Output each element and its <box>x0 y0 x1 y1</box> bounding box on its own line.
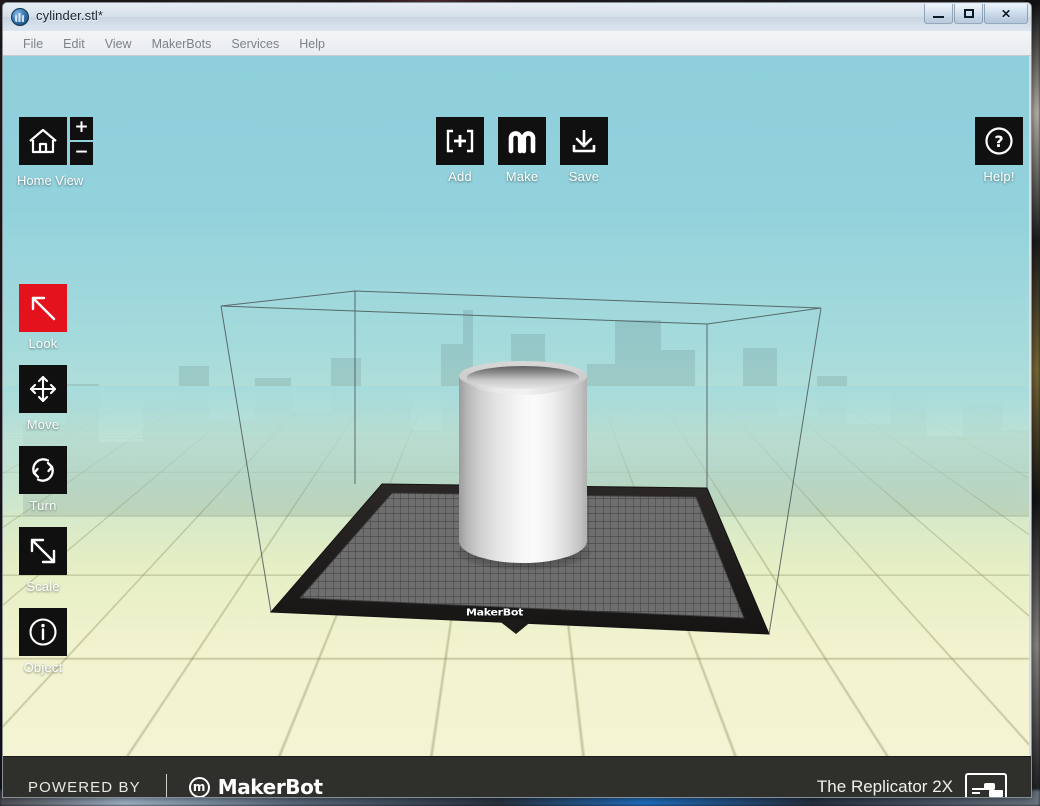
close-button[interactable]: ✕ <box>984 4 1028 24</box>
arrow-up-left-icon <box>31 296 56 321</box>
zoom-out-button[interactable]: − <box>70 142 93 165</box>
connected-printer-label: The Replicator 2X <box>816 777 953 796</box>
rotate-circle-icon <box>32 458 54 482</box>
save-icon-box <box>560 117 608 165</box>
question-circle-icon: ? <box>985 127 1013 155</box>
look-label: Look <box>28 336 58 351</box>
cylinder-outer-wall <box>459 375 587 563</box>
save-download-icon <box>572 130 596 153</box>
maximize-button[interactable] <box>954 4 983 24</box>
footer-divider <box>165 774 167 797</box>
move-label: Move <box>26 417 60 432</box>
home-view-label: Home View <box>17 173 84 188</box>
zoom-in-button[interactable]: + <box>70 117 93 140</box>
look-icon-box <box>19 284 67 332</box>
object-label: Object <box>23 660 63 675</box>
info-circle-icon <box>29 618 57 646</box>
window-title: cylinder.stl* <box>36 8 104 23</box>
save-button[interactable]: Save <box>560 117 608 184</box>
menu-item-makerbots[interactable]: MakerBots <box>142 35 222 53</box>
home-view-button[interactable] <box>19 117 67 165</box>
menu-item-help[interactable]: Help <box>289 35 335 53</box>
make-button[interactable]: Make <box>498 117 546 184</box>
turn-icon-box <box>19 446 67 494</box>
tool-look[interactable]: Look <box>19 284 67 351</box>
home-icon <box>29 128 57 154</box>
title-bar[interactable]: cylinder.stl* ✕ <box>3 3 1031 32</box>
scale-label: Scale <box>26 579 60 594</box>
help-label: Help! <box>983 169 1015 184</box>
window-controls: ✕ <box>924 4 1028 24</box>
svg-text:?: ? <box>994 132 1003 151</box>
add-icon-box <box>436 117 484 165</box>
turn-label: Turn <box>29 498 57 513</box>
help-icon-box: ? <box>975 117 1023 165</box>
menu-bar: File Edit View MakerBots Services Help <box>3 32 1031 56</box>
zoom-controls: + − <box>70 117 93 165</box>
move-icon-box <box>19 365 67 413</box>
home-icon-box <box>19 117 67 165</box>
menu-item-services[interactable]: Services <box>221 35 289 53</box>
printer-status-icon[interactable] <box>965 773 1007 797</box>
minimize-button[interactable] <box>924 4 953 24</box>
tool-scale[interactable]: Scale <box>19 527 67 594</box>
close-icon: ✕ <box>1000 6 1012 21</box>
cylinder-bore <box>467 366 579 389</box>
object-icon-box <box>19 608 67 656</box>
minimize-icon <box>933 16 944 18</box>
scale-icon-box <box>19 527 67 575</box>
diagonal-arrow-icon <box>30 538 56 564</box>
status-footer: POWERED BY m MakerBot The Replicator 2X <box>3 756 1031 798</box>
plate-brand-label: MakerBot <box>466 606 524 619</box>
add-button[interactable]: Add <box>436 117 484 184</box>
model-cylinder[interactable] <box>459 361 587 566</box>
makerbot-app-icon <box>11 8 29 26</box>
3d-viewport[interactable]: MakerBot + − Home View Add Make Save ? H… <box>3 56 1029 756</box>
make-label: Make <box>505 169 539 184</box>
save-label: Save <box>568 169 600 184</box>
make-icon-box <box>498 117 546 165</box>
menu-item-file[interactable]: File <box>13 35 53 53</box>
makerbot-m-icon <box>508 131 536 154</box>
tool-turn[interactable]: Turn <box>19 446 67 513</box>
makerbot-desktop-window: cylinder.stl* ✕ File Edit View MakerBots… <box>2 2 1032 798</box>
tool-move[interactable]: Move <box>19 365 67 432</box>
makerbot-circle-m-icon: m <box>188 776 210 797</box>
menu-item-view[interactable]: View <box>95 35 142 53</box>
powered-by-label: POWERED BY <box>28 778 141 796</box>
makerbot-wordmark: MakerBot <box>217 775 323 798</box>
add-bracket-icon <box>446 129 474 153</box>
tool-object[interactable]: Object <box>19 608 67 675</box>
maximize-icon <box>963 9 974 18</box>
help-button[interactable]: ? Help! <box>975 117 1023 184</box>
menu-item-edit[interactable]: Edit <box>53 35 95 53</box>
add-label: Add <box>448 169 472 184</box>
four-way-arrows-icon <box>29 375 57 403</box>
